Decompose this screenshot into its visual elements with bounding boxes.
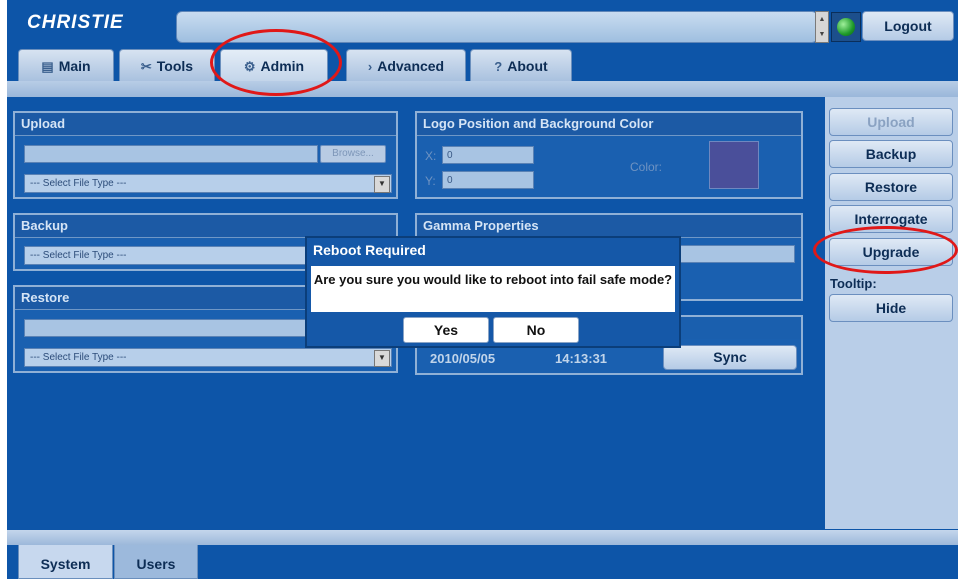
logo-position-panel: Logo Position and Background Color X: 0 …	[415, 111, 803, 199]
chevron-down-icon[interactable]: ▼	[374, 350, 390, 367]
x-input[interactable]: 0	[442, 146, 534, 164]
tab-advanced-label: Advanced	[377, 58, 445, 74]
tab-about-label: About	[507, 58, 548, 74]
scroll-up-icon[interactable]: ▲	[816, 12, 828, 27]
upload-panel-title: Upload	[15, 113, 396, 136]
tab-admin-label: Admin	[260, 58, 305, 74]
bottom-strip	[7, 530, 958, 545]
sync-button[interactable]: Sync	[663, 345, 797, 370]
status-display	[176, 11, 818, 43]
chevron-down-icon[interactable]: ▼	[374, 176, 390, 193]
dialog-title: Reboot Required	[313, 242, 426, 258]
upload-file-type-select[interactable]: --- Select File Type --- ▼	[24, 174, 392, 193]
tab-about[interactable]: ? About	[470, 49, 572, 81]
arrow-icon: ›	[367, 59, 373, 74]
tab-admin[interactable]: ⚙ Admin	[220, 49, 328, 81]
tab-system[interactable]: System	[18, 545, 113, 579]
restore-file-type-value: --- Select File Type ---	[30, 352, 127, 363]
question-icon: ?	[494, 59, 503, 74]
tab-tools-label: Tools	[156, 58, 194, 74]
gamma-input[interactable]	[675, 245, 795, 263]
yes-button[interactable]: Yes	[403, 317, 489, 343]
y-label: Y:	[425, 174, 436, 188]
backup-panel-title: Backup	[15, 215, 396, 238]
tab-main-label: Main	[58, 58, 91, 74]
tab-advanced[interactable]: › Advanced	[346, 49, 466, 81]
browse-button[interactable]: Browse...	[320, 145, 386, 163]
hide-tooltip-button[interactable]: Hide	[829, 294, 953, 322]
status-led	[831, 12, 861, 42]
reboot-dialog: Reboot Required Are you sure you would l…	[305, 236, 681, 348]
logout-button[interactable]: Logout	[862, 11, 954, 41]
status-led-icon	[837, 18, 855, 36]
restore-button[interactable]: Restore	[829, 173, 953, 201]
tab-strip	[7, 81, 958, 97]
tab-tools[interactable]: ✂ Tools	[119, 49, 215, 81]
tools-icon: ✂	[140, 59, 152, 74]
sidebar: Upload Backup Restore Interrogate Upgrad…	[825, 97, 958, 529]
logo-position-title: Logo Position and Background Color	[417, 113, 801, 136]
app-window: CHRISTIE ▲ ▼ Logout ▤ Main ✂ Tools ⚙ Admin …	[7, 0, 958, 579]
status-scroll[interactable]: ▲ ▼	[815, 11, 829, 43]
backup-file-type-select[interactable]: --- Select File Type ---	[24, 246, 324, 265]
upload-file-input[interactable]	[24, 145, 318, 163]
restore-file-input[interactable]	[24, 319, 314, 337]
christie-logo: CHRISTIE	[27, 12, 124, 33]
upgrade-button[interactable]: Upgrade	[829, 238, 953, 266]
tooltip-label: Tooltip:	[830, 276, 877, 291]
upload-button[interactable]: Upload	[829, 108, 953, 136]
scroll-down-icon[interactable]: ▼	[816, 27, 828, 42]
tab-main[interactable]: ▤ Main	[18, 49, 114, 81]
gear-icon: ⚙	[243, 59, 256, 74]
tab-users[interactable]: Users	[114, 545, 198, 579]
upload-panel: Upload Browse... --- Select File Type --…	[13, 111, 398, 199]
monitor-icon: ▤	[41, 59, 54, 74]
color-label: Color:	[630, 160, 663, 174]
background-color-swatch[interactable]	[709, 141, 759, 189]
upload-file-type-value: --- Select File Type ---	[30, 178, 127, 189]
restore-file-type-select[interactable]: --- Select File Type --- ▼	[24, 348, 392, 367]
no-button[interactable]: No	[493, 317, 579, 343]
backup-file-type-value: --- Select File Type ---	[30, 250, 127, 261]
dialog-message: Are you sure you would like to reboot in…	[311, 266, 675, 312]
time-value: 14:13:31	[555, 351, 608, 366]
date-value: 2010/05/05	[430, 351, 496, 366]
backup-button[interactable]: Backup	[829, 140, 953, 168]
x-label: X:	[425, 149, 437, 163]
interrogate-button[interactable]: Interrogate	[829, 205, 953, 233]
y-input[interactable]: 0	[442, 171, 534, 189]
gamma-panel-title: Gamma Properties	[417, 215, 801, 238]
